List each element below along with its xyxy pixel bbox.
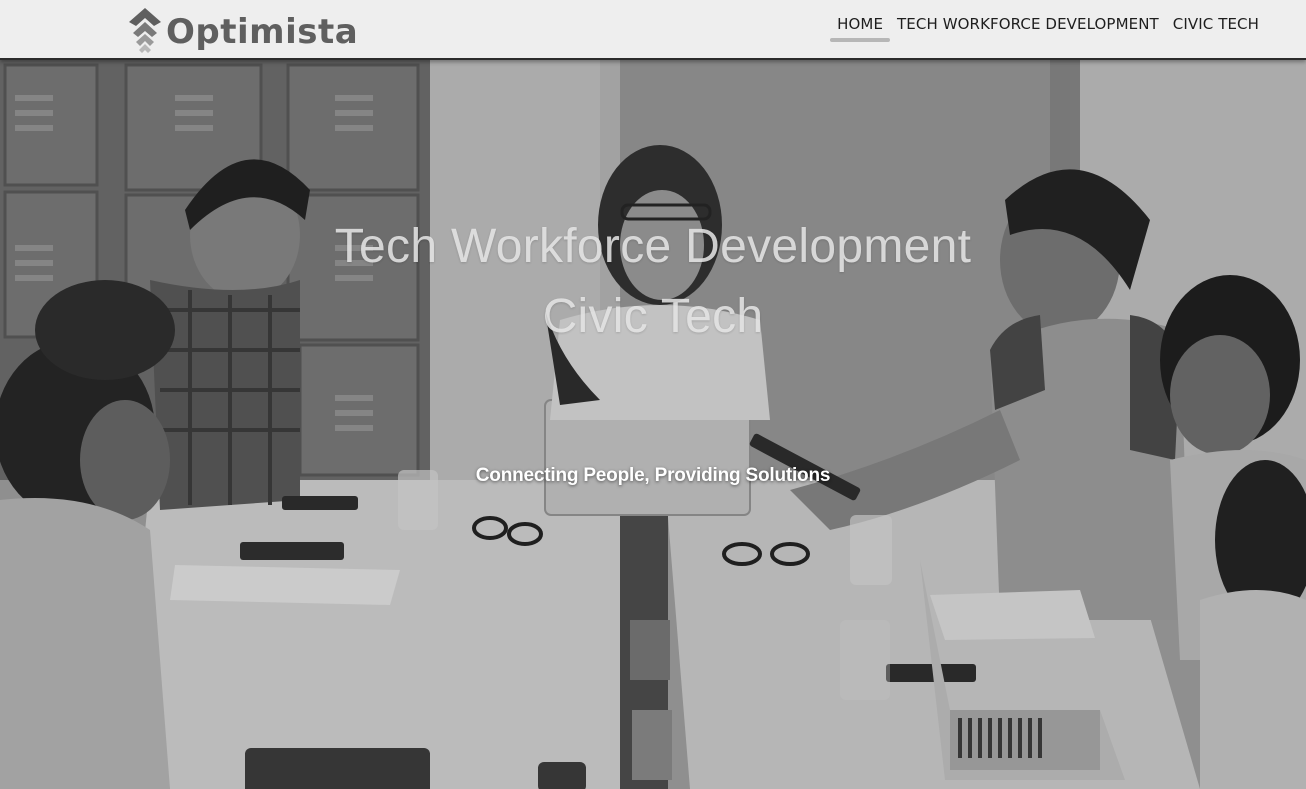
hero-banner: Tech Workforce Development Civic Tech Co… xyxy=(0,60,1306,789)
chevron-up-stack-icon xyxy=(129,8,161,53)
hero-dim-overlay xyxy=(0,60,1306,789)
main-nav: HOME TECH WORKFORCE DEVELOPMENT CIVIC TE… xyxy=(830,15,1266,42)
site-header: Optimista HOME TECH WORKFORCE DEVELOPMEN… xyxy=(0,0,1306,60)
nav-item-civic-tech[interactable]: CIVIC TECH xyxy=(1166,15,1266,42)
nav-item-tech-workforce-development[interactable]: TECH WORKFORCE DEVELOPMENT xyxy=(890,15,1166,42)
hero-tagline: Connecting People, Providing Solutions xyxy=(475,465,831,486)
page: Optimista HOME TECH WORKFORCE DEVELOPMEN… xyxy=(0,0,1306,789)
hero-title-line2: Civic Tech xyxy=(542,290,764,343)
nav-item-home[interactable]: HOME xyxy=(830,15,890,42)
brand-name: Optimista xyxy=(166,12,359,52)
hero-title-line1: Tech Workforce Development xyxy=(334,220,972,273)
brand-logo[interactable]: Optimista xyxy=(128,8,358,54)
